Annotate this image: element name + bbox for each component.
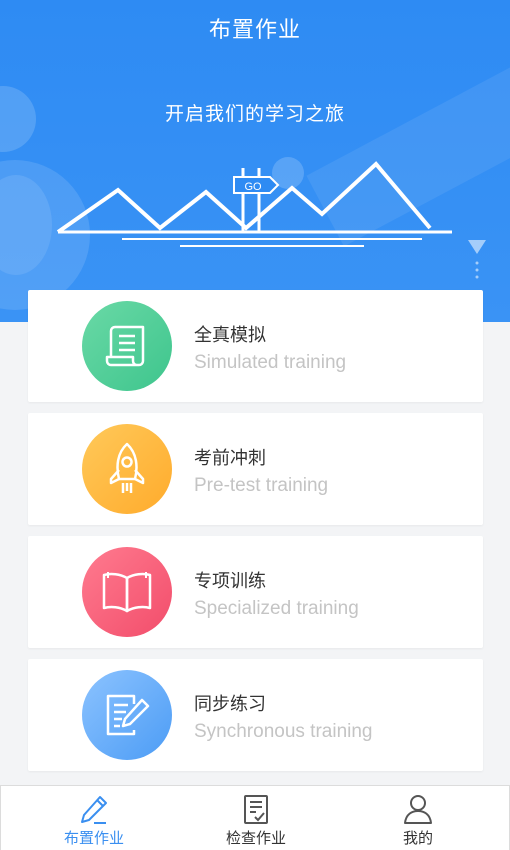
signpost-text: GO [244,181,262,193]
card-subtitle: Specialized training [194,598,359,619]
tab-label: 检查作业 [225,829,286,847]
tab-assign-homework[interactable]: 布置作业 [9,786,179,850]
hero-slogan: 开启我们的学习之旅 [164,103,345,125]
card-icon-circle [82,424,172,514]
tab-label: 我的 [402,829,433,847]
tab-check-homework[interactable]: 检查作业 [171,786,341,850]
card-title: 同步练习 [194,694,266,715]
tab-mine[interactable]: 我的 [333,786,503,850]
card-subtitle: Simulated training [194,352,347,373]
card-title: 全真模拟 [194,325,266,346]
card-subtitle: Synchronous training [194,721,373,742]
card-subtitle: Pre-test training [194,475,329,496]
rocket-icon [109,442,145,493]
card-title: 考前冲刺 [194,448,266,469]
checklist-icon [244,795,268,824]
page-title: 布置作业 [208,18,301,43]
mountains-illustration: GO [56,161,452,247]
pencil-icon [81,796,107,824]
user-icon [404,795,432,824]
document-pen-icon [106,694,150,736]
scroll-down-icon[interactable] [466,236,488,282]
card-icon-circle [82,670,172,760]
card-icon-circle [82,301,172,391]
card-synchronous-training[interactable]: 同步练习 Synchronous training [28,659,483,771]
scroll-document-icon [105,325,145,367]
card-specialized-training[interactable]: 专项训练 Specialized training [28,536,483,648]
card-pretest-training[interactable]: 考前冲刺 Pre-test training [28,413,483,525]
tab-label: 布置作业 [63,829,124,847]
card-title: 专项训练 [194,571,266,592]
card-simulated-training[interactable]: 全真模拟 Simulated training [28,290,483,402]
card-icon-circle [82,547,172,637]
hero-banner: 布置作业 开启我们的学习之旅 GO [0,0,510,322]
open-book-icon [102,572,152,613]
bottom-tab-bar: 布置作业 检查作业 我的 [0,785,510,850]
